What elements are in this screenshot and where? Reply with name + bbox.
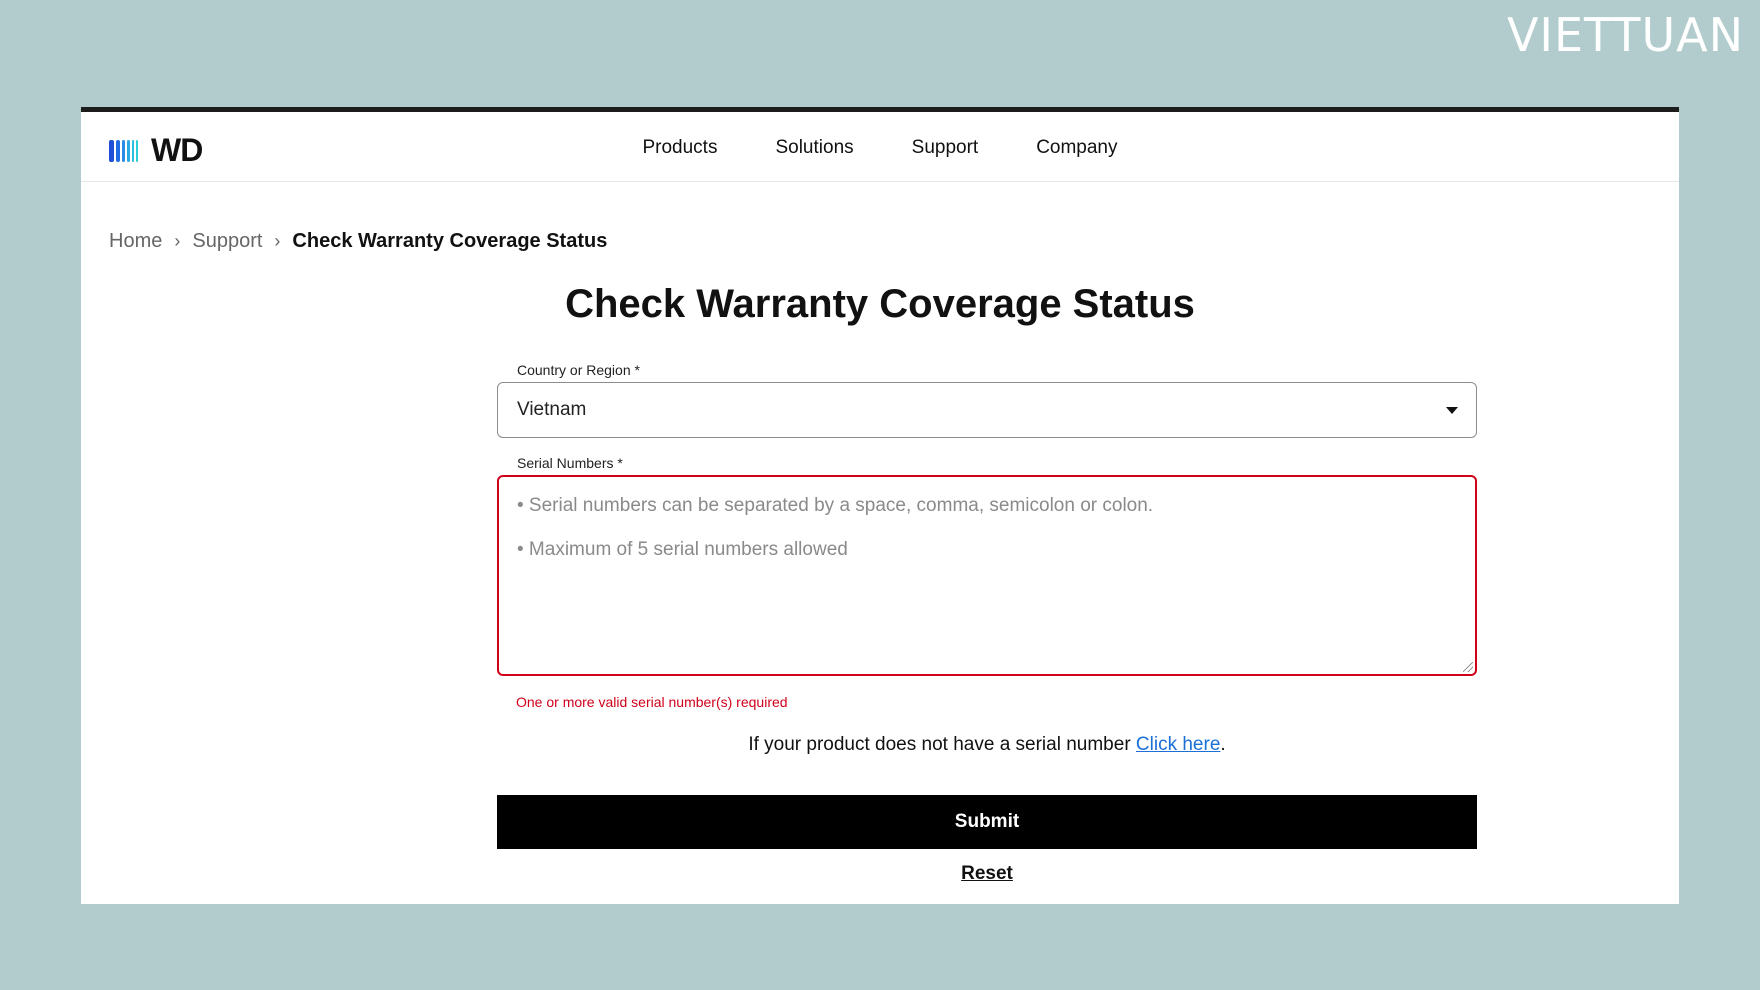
serial-label: Serial Numbers *: [517, 455, 623, 471]
serial-placeholder-line-1: • Serial numbers can be separated by a s…: [517, 495, 1154, 516]
country-label: Country or Region *: [517, 362, 640, 378]
viettuan-watermark-logo: VIETTUAN: [1506, 8, 1744, 62]
breadcrumb: Home › Support › Check Warranty Coverage…: [109, 230, 607, 253]
breadcrumb-support[interactable]: Support: [192, 230, 262, 253]
main-nav: Products Solutions Support Company: [81, 137, 1679, 159]
page-title: Check Warranty Coverage Status: [565, 282, 1195, 326]
country-select-value: Vietnam: [517, 399, 587, 420]
breadcrumb-current: Check Warranty Coverage Status: [292, 230, 608, 252]
serial-numbers-textarea[interactable]: • Serial numbers can be separated by a s…: [497, 475, 1477, 676]
help-suffix: .: [1220, 734, 1226, 755]
help-row: If your product does not have a serial n…: [497, 734, 1477, 756]
resize-handle-icon[interactable]: [1463, 662, 1473, 672]
breadcrumb-home[interactable]: Home: [109, 230, 162, 253]
submit-row: Submit: [497, 795, 1477, 849]
error-row: One or more valid serial number(s) requi…: [497, 694, 1477, 710]
serial-field: Serial Numbers * • Serial numbers can be…: [497, 455, 1477, 676]
country-field: Country or Region * Vietnam: [497, 362, 1477, 438]
browser-page: WD Products Solutions Support Company Ho…: [81, 107, 1679, 904]
click-here-link[interactable]: Click here: [1136, 734, 1220, 755]
no-serial-help-text: If your product does not have a serial n…: [497, 734, 1477, 756]
serial-error-message: One or more valid serial number(s) requi…: [516, 694, 788, 710]
country-select[interactable]: Vietnam: [497, 382, 1477, 438]
chevron-right-icon: ›: [274, 231, 281, 251]
serial-placeholder-line-2: • Maximum of 5 serial numbers allowed: [517, 539, 848, 560]
nav-item-products[interactable]: Products: [642, 137, 717, 159]
nav-item-support[interactable]: Support: [912, 137, 979, 159]
chevron-right-icon: ›: [174, 231, 181, 251]
site-header: WD Products Solutions Support Company: [81, 112, 1679, 182]
reset-row: Reset: [497, 863, 1477, 885]
help-prefix: If your product does not have a serial n…: [748, 734, 1136, 755]
reset-link[interactable]: Reset: [497, 863, 1477, 885]
nav-item-solutions[interactable]: Solutions: [775, 137, 853, 159]
nav-item-company[interactable]: Company: [1036, 137, 1117, 159]
caret-down-icon: [1446, 406, 1458, 414]
submit-button[interactable]: Submit: [497, 795, 1477, 849]
